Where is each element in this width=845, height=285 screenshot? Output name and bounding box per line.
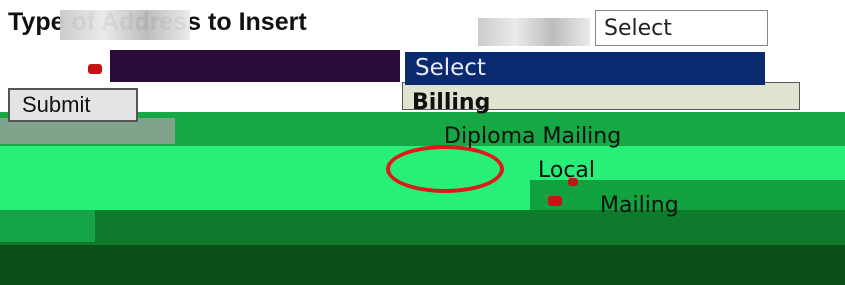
- red-marker-icon: [88, 64, 102, 74]
- red-marker-icon: [568, 178, 578, 186]
- dropdown-option-mailing[interactable]: Mailing: [600, 193, 679, 218]
- dropdown-option-diploma-mailing[interactable]: Diploma Mailing: [444, 124, 621, 149]
- green-band-mid: [0, 210, 845, 250]
- address-type-select[interactable]: Select: [595, 10, 768, 46]
- dropdown-option-billing[interactable]: Billing: [412, 90, 490, 115]
- dropdown-option-select[interactable]: Select: [405, 52, 765, 85]
- label-noise-overlay: [60, 10, 190, 40]
- select-value: Select: [604, 16, 672, 41]
- dropdown-option-local[interactable]: Local: [538, 158, 595, 183]
- red-marker-icon: [548, 196, 562, 206]
- annotation-circle: [386, 145, 504, 193]
- submit-button[interactable]: Submit: [8, 88, 138, 122]
- label-noise-overlay-2: [478, 18, 590, 46]
- green-band-mid-left: [0, 210, 95, 242]
- purple-strip: [110, 50, 400, 82]
- green-band-bottom: [0, 245, 845, 285]
